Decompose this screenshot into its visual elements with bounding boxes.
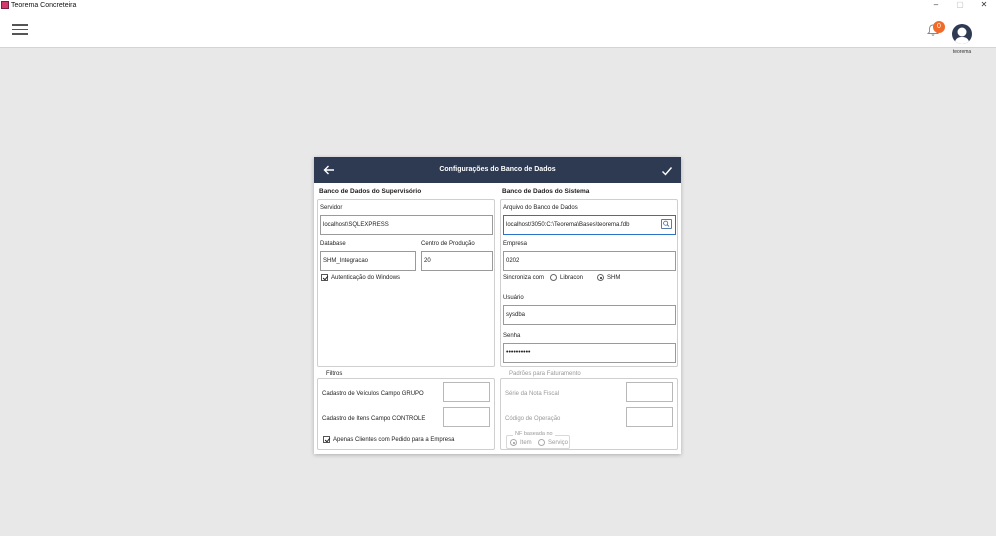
nf-service-radio[interactable] <box>538 439 545 446</box>
search-file-button[interactable] <box>661 219 672 229</box>
operation-code-label: Código de Operação <box>505 416 561 422</box>
dialog-title: Configurações do Banco de Dados <box>439 166 556 173</box>
supervisor-panel: Servidor localhost\SQLEXPRESS Database S… <box>317 199 495 367</box>
window-titlebar: Teorema Concreteira – ▢ ✕ <box>0 0 996 11</box>
nf-item-label: Item <box>520 440 532 446</box>
app-icon <box>1 1 9 9</box>
invoice-series-input[interactable] <box>626 382 673 402</box>
supervisor-section-title: Banco de Dados do Supervisório <box>319 188 422 195</box>
production-center-label: Centro de Produção <box>421 241 475 247</box>
only-clients-label: Apenas Clientes com Pedido para a Empres… <box>333 437 455 443</box>
avatar[interactable] <box>952 24 972 44</box>
vehicles-filter-input[interactable] <box>443 382 490 402</box>
filters-panel: Cadastro de Veículos Campo GRUPO Cadastr… <box>317 378 495 450</box>
windows-auth-checkbox[interactable] <box>321 274 328 281</box>
db-file-label: Arquivo do Banco de Dados <box>503 205 578 211</box>
notification-badge: 0 <box>933 21 945 33</box>
user-icon <box>954 27 970 44</box>
user-label: Usuário <box>503 295 524 301</box>
invoice-series-label: Série da Nota Fiscal <box>505 391 560 397</box>
nf-item-radio[interactable] <box>510 439 517 446</box>
sync-libracon-radio[interactable] <box>550 274 557 281</box>
sync-shm-radio[interactable] <box>597 274 604 281</box>
user-input[interactable]: sysdba <box>503 305 676 325</box>
billing-legend: Padrões para Faturamento <box>507 371 583 377</box>
sync-label: Sincroniza com <box>503 275 545 281</box>
database-settings-dialog: Configurações do Banco de Dados Banco de… <box>314 157 681 454</box>
database-label: Database <box>320 241 346 247</box>
sync-shm-label: SHM <box>607 275 621 281</box>
db-file-input[interactable]: localhost/3050:C:\Teorema\Bases\teorema.… <box>503 215 676 235</box>
database-input[interactable]: SHM_Integracao <box>320 251 416 271</box>
operation-code-input[interactable] <box>626 407 673 427</box>
windows-auth-label: Autenticação do Windows <box>331 275 401 281</box>
company-label: Empresa <box>503 241 528 247</box>
server-label: Servidor <box>320 205 343 211</box>
minimize-button[interactable]: – <box>926 0 946 11</box>
filters-legend: Filtros <box>324 371 345 377</box>
confirm-check-icon[interactable] <box>661 164 673 176</box>
window-title: Teorema Concreteira <box>11 2 77 9</box>
items-filter-label: Cadastro de Itens Campo CONTROLE <box>322 416 426 422</box>
system-section-title: Banco de Dados do Sistema <box>502 188 590 195</box>
company-input[interactable]: 0202 <box>503 251 676 271</box>
vehicles-filter-label: Cadastro de Veículos Campo GRUPO <box>322 391 424 397</box>
dialog-header: Configurações do Banco de Dados <box>314 157 681 183</box>
maximize-button[interactable]: ▢ <box>950 0 970 11</box>
search-icon <box>663 220 670 227</box>
sync-libracon-label: Libracon <box>560 275 584 281</box>
nf-based-group: Item Serviço <box>506 435 570 449</box>
server-input[interactable]: localhost\SQLEXPRESS <box>320 215 493 235</box>
production-center-input[interactable]: 20 <box>421 251 493 271</box>
nf-service-label: Serviço <box>548 440 569 446</box>
billing-panel: Série da Nota Fiscal Código de Operação … <box>500 378 678 450</box>
only-clients-checkbox[interactable] <box>323 436 330 443</box>
menu-icon[interactable] <box>12 24 28 35</box>
nf-based-legend: NF baseada no <box>513 431 555 437</box>
app-header: 0 teorema <box>0 11 996 55</box>
system-panel: Arquivo do Banco de Dados localhost/3050… <box>500 199 678 367</box>
user-name: teorema <box>952 49 972 55</box>
items-filter-input[interactable] <box>443 407 490 427</box>
close-window-button[interactable]: ✕ <box>974 0 994 11</box>
password-input[interactable]: •••••••••• <box>503 343 676 363</box>
password-label: Senha <box>503 333 521 339</box>
